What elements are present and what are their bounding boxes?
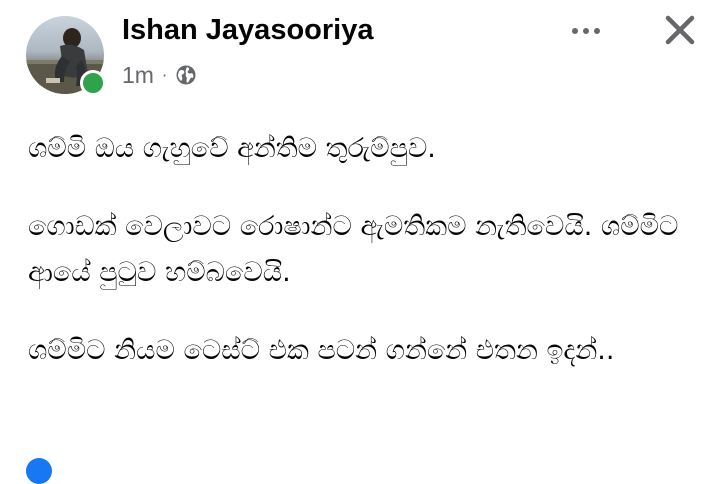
- more-horizontal-icon-dot: [583, 28, 589, 34]
- close-button[interactable]: [660, 10, 700, 50]
- more-horizontal-icon-dot: [572, 28, 578, 34]
- close-icon: [665, 15, 695, 45]
- author-name[interactable]: Ishan Jayasooriya: [122, 14, 373, 47]
- globe-icon[interactable]: [175, 64, 197, 86]
- online-status-dot: [80, 70, 106, 96]
- more-horizontal-icon-dot: [594, 28, 600, 34]
- post-paragraph: ශම්මිට නියම ටෙස්ට් එක පටන් ගන්නේ එතන ඉදන…: [28, 335, 615, 366]
- post-paragraph: ගොඩක් වෙලාවට රොෂාන්ට ඇමතිකම නැතිවෙයි. ශම…: [28, 211, 679, 288]
- post-time[interactable]: 1m: [122, 62, 154, 89]
- post-paragraph: ශම්මි ඔය ගැහුවේ අන්තිම තුරුම්පුව.: [28, 133, 436, 164]
- post-body: ශම්මි ඔය ගැහුවේ අන්තිම තුරුම්පුව. ගොඩක් …: [28, 126, 698, 406]
- post-header: Ishan Jayasooriya 1m ·: [0, 0, 720, 110]
- more-options-button[interactable]: [564, 16, 608, 46]
- post-meta: 1m ·: [122, 62, 197, 88]
- like-reaction-icon[interactable]: [26, 458, 52, 484]
- meta-separator: ·: [161, 65, 168, 85]
